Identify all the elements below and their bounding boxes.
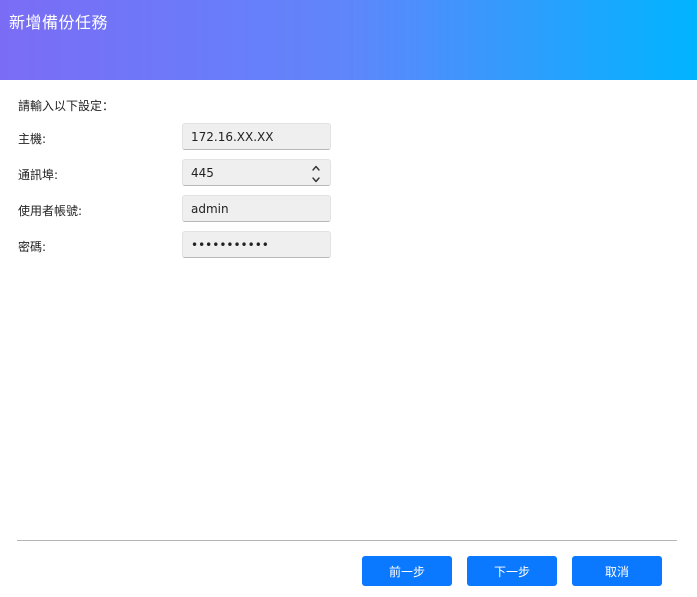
username-input[interactable]: admin — [182, 195, 331, 222]
back-button[interactable]: 前一步 — [362, 556, 452, 586]
cancel-button[interactable]: 取消 — [572, 556, 662, 586]
host-row: 主機: 172.16.XX.XX — [0, 123, 697, 151]
next-button[interactable]: 下一步 — [467, 556, 557, 586]
port-value: 445 — [191, 165, 214, 180]
host-input[interactable]: 172.16.XX.XX — [182, 123, 331, 150]
username-row: 使用者帳號: admin — [0, 195, 697, 223]
username-label: 使用者帳號: — [18, 204, 83, 218]
port-label: 通訊埠: — [18, 168, 59, 182]
password-value: ••••••••••• — [191, 237, 269, 252]
footer-divider — [17, 540, 677, 541]
dialog-header: 新增備份任務 — [0, 0, 697, 80]
host-value: 172.16.XX.XX — [191, 129, 274, 144]
chevron-down-icon[interactable] — [310, 174, 322, 184]
host-label: 主機: — [18, 132, 47, 146]
chevron-up-icon[interactable] — [310, 162, 322, 172]
port-stepper-input[interactable]: 445 — [182, 159, 331, 186]
port-row: 通訊埠: 445 — [0, 159, 697, 187]
form-instruction: 請輸入以下設定： — [18, 99, 115, 113]
username-value: admin — [191, 201, 229, 216]
add-backup-task-dialog: 新增備份任務 請輸入以下設定： 主機: 172.16.XX.XX 通訊埠: 44… — [0, 0, 697, 597]
password-row: 密碼: ••••••••••• — [0, 231, 697, 259]
port-stepper — [310, 162, 322, 184]
password-label: 密碼: — [18, 240, 47, 254]
dialog-title: 新增備份任務 — [9, 13, 109, 32]
password-input[interactable]: ••••••••••• — [182, 231, 331, 258]
